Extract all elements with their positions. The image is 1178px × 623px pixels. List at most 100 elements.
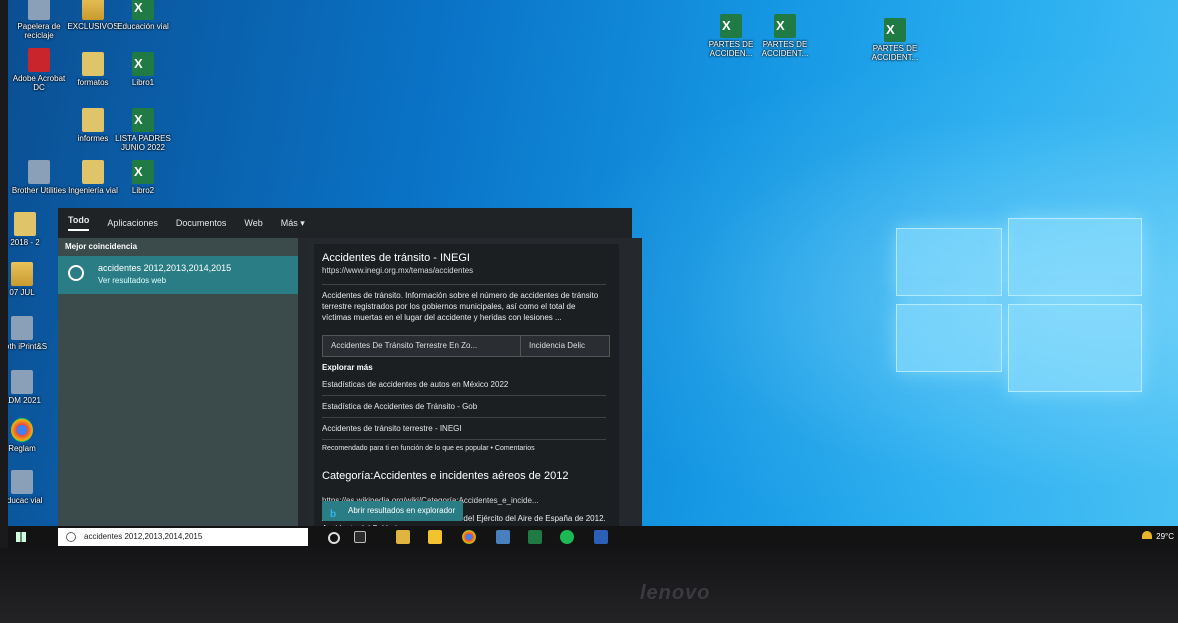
printer-icon xyxy=(11,316,33,340)
taskbar: accidentes 2012,2013,2014,2015 29°C xyxy=(8,526,1178,548)
desktop-icon-recycle-bin[interactable]: Papelera de reciclaje xyxy=(8,0,70,40)
excel-icon xyxy=(774,14,796,38)
tab-todo[interactable]: Todo xyxy=(68,215,90,231)
word-icon[interactable] xyxy=(594,530,608,544)
acrobat-icon xyxy=(28,48,50,72)
desktop-icon-label: PARTES DE ACCIDENT... xyxy=(761,40,809,58)
desktop-icon-label: Libro1 xyxy=(131,78,155,87)
folder-icon xyxy=(11,262,33,286)
result-description: Accidentes de tránsito. Información sobr… xyxy=(322,291,599,322)
desktop-icon-partes-2[interactable]: PARTES DE ACCIDENT... xyxy=(754,14,816,58)
folder-icon xyxy=(82,0,104,20)
folder-icon xyxy=(82,160,104,184)
result-title[interactable]: Accidentes de tránsito - INEGI xyxy=(322,252,470,264)
search-query-text: accidentes 2012,2013,2014,2015 xyxy=(84,532,203,541)
best-match-header: Mejor coincidencia xyxy=(65,242,138,251)
desktop-icon-educacion-vial-2[interactable]: Educac vial xyxy=(8,470,50,505)
spotify-icon[interactable] xyxy=(560,530,574,544)
desktop-icon-partes-3[interactable]: PARTES DE ACCIDENT... xyxy=(864,18,926,62)
desktop-icon-label: Educación vial xyxy=(117,22,169,31)
tab-documentos[interactable]: Documentos xyxy=(176,218,227,228)
search-icon xyxy=(68,265,84,281)
desktop-icon-label: Libro2 xyxy=(131,186,155,195)
task-view-icon[interactable] xyxy=(354,531,366,543)
excel-icon xyxy=(132,0,154,20)
recycle-bin-icon xyxy=(28,0,50,20)
brother-icon xyxy=(28,160,50,184)
chrome-icon[interactable] xyxy=(462,530,476,544)
taskbar-search-input[interactable]: accidentes 2012,2013,2014,2015 xyxy=(58,528,308,546)
bing-icon: b xyxy=(330,509,337,520)
file-explorer-icon[interactable] xyxy=(396,530,410,544)
desktop-icon-adobe-acrobat[interactable]: Adobe Acrobat DC xyxy=(8,48,70,92)
desktop-icon-libro1[interactable]: Libro1 xyxy=(112,52,174,87)
excel-icon xyxy=(132,108,154,132)
desktop-icon-07-jul[interactable]: 07 JUL xyxy=(8,262,50,297)
weather-icon xyxy=(1142,531,1153,539)
result-url[interactable]: https://www.inegi.org.mx/temas/accidente… xyxy=(322,266,473,275)
photos-icon[interactable] xyxy=(496,530,510,544)
excel-icon[interactable] xyxy=(528,530,542,544)
divider xyxy=(322,417,606,418)
tab-mas[interactable]: Más ▾ xyxy=(281,218,305,229)
best-match-query: accidentes 2012,2013,2014,2015 xyxy=(98,263,232,273)
app-icon xyxy=(11,470,33,494)
divider xyxy=(322,284,606,285)
search-tabs: Todo Aplicaciones Documentos Web Más ▾ ·… xyxy=(58,208,642,548)
explore-link[interactable]: Accidentes de tránsito terrestre - INEGI xyxy=(322,424,462,433)
results-list: Mejor coincidencia accidentes 2012,2013,… xyxy=(58,238,298,548)
desktop-icon-educacion-vial[interactable]: Educación vial xyxy=(112,0,174,31)
monitor-bezel: lenovo xyxy=(0,548,1178,623)
related-chip[interactable]: Incidencia Delic xyxy=(520,335,610,357)
desktop-icon-brother-iprint[interactable]: Broth iPrint&S xyxy=(8,316,50,351)
desktop-icon-label: Papelera de reciclaje xyxy=(17,22,61,40)
windows-search-panel: Todo Aplicaciones Documentos Web Más ▾ ·… xyxy=(58,208,642,548)
related-chip[interactable]: Accidentes De Tránsito Terrestre En Zo..… xyxy=(322,335,524,357)
app-icon xyxy=(11,370,33,394)
cortana-icon[interactable] xyxy=(328,532,340,544)
search-icon xyxy=(66,532,76,542)
desktop-icon-reglamento[interactable]: Reglam xyxy=(8,418,50,453)
excel-icon xyxy=(132,160,154,184)
open-in-browser-button[interactable]: b Abrir resultados en explorador xyxy=(322,501,464,521)
desktop-icon-label: ADM 2021 xyxy=(8,396,41,405)
desktop-icon-label: Reglam xyxy=(8,444,36,453)
start-icon[interactable] xyxy=(16,532,26,542)
explore-link[interactable]: Estadísticas de accidentes de autos en M… xyxy=(322,380,508,389)
explore-link[interactable]: Estadística de Accidentes de Tránsito - … xyxy=(322,402,477,411)
divider xyxy=(322,439,606,440)
best-match-subtitle: Ver resultados web xyxy=(98,276,167,285)
desktop-icon-2018[interactable]: 2018 - 2 xyxy=(8,212,54,247)
desktop-icon-lista-padres[interactable]: LISTA PADRES JUNIO 2022 xyxy=(112,108,174,152)
folder-icon xyxy=(82,52,104,76)
desktop-icon-adm[interactable]: ADM 2021 xyxy=(8,370,50,405)
desktop-icon-label: Brother Utilities xyxy=(11,186,67,195)
tab-aplicaciones[interactable]: Aplicaciones xyxy=(107,218,158,228)
desktop-icon-label: Adobe Acrobat DC xyxy=(12,74,66,92)
desktop-icon-label: PARTES DE ACCIDEN... xyxy=(708,40,754,58)
excel-icon xyxy=(720,14,742,38)
desktop-icon-brother-utilities[interactable]: Brother Utilities xyxy=(8,160,70,195)
folder-icon xyxy=(14,212,36,236)
desktop-icon-libro2[interactable]: Libro2 xyxy=(112,160,174,195)
temperature: 29°C xyxy=(1156,532,1174,541)
desktop-icon-label: LISTA PADRES JUNIO 2022 xyxy=(115,134,171,152)
weather-widget[interactable]: 29°C xyxy=(1142,531,1174,541)
brand-logo: lenovo xyxy=(640,582,711,604)
desktop-icon-partes-1[interactable]: PARTES DE ACCIDEN... xyxy=(700,14,762,58)
web-preview-card: Accidentes de tránsito - INEGI https://w… xyxy=(314,244,619,540)
excel-icon xyxy=(132,52,154,76)
desktop-icon-label: Broth iPrint&S xyxy=(8,342,48,351)
desktop-icon-label: Educac vial xyxy=(8,496,43,505)
folder-icon xyxy=(82,108,104,132)
best-match-item[interactable]: accidentes 2012,2013,2014,2015 Ver resul… xyxy=(58,256,298,294)
sticky-notes-icon[interactable] xyxy=(428,530,442,544)
excel-icon xyxy=(884,18,906,42)
result-title[interactable]: Categoría:Accidentes e incidentes aéreos… xyxy=(322,470,602,482)
divider xyxy=(322,395,606,396)
recommended-note: Recomendado para ti en función de lo que… xyxy=(322,445,535,452)
chrome-icon xyxy=(11,418,33,442)
desktop-icon-label: 07 JUL xyxy=(9,288,35,297)
tab-web[interactable]: Web xyxy=(244,218,262,228)
open-in-browser-label: Abrir resultados en explorador xyxy=(348,506,456,515)
